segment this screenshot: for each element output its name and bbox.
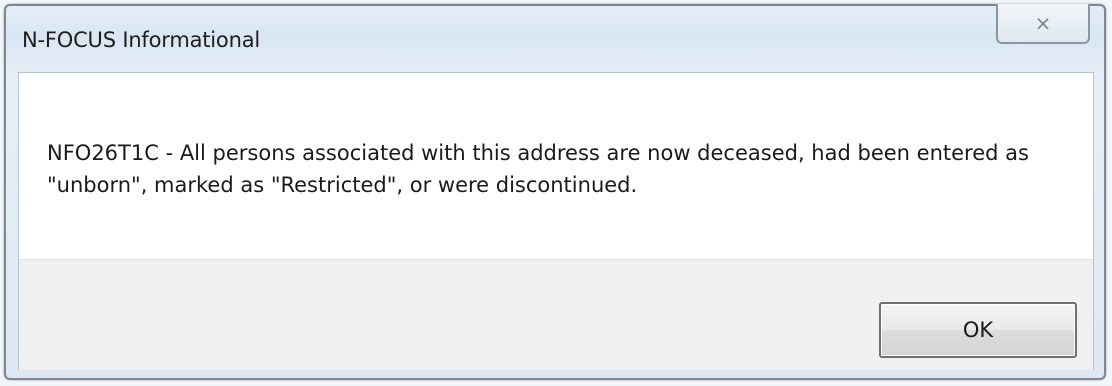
message-area: NFO26T1C - All persons associated with t…: [19, 73, 1093, 259]
window-title: N-FOCUS Informational: [22, 28, 260, 52]
close-icon: ⨯: [1034, 11, 1052, 35]
title-bar: N-FOCUS Informational ⨯: [6, 4, 1104, 66]
message-text: NFO26T1C - All persons associated with t…: [47, 141, 1029, 197]
close-button[interactable]: ⨯: [996, 4, 1090, 44]
button-footer: OK: [19, 259, 1093, 370]
message-dialog-window: N-FOCUS Informational ⨯ NFO26T1C - All p…: [4, 4, 1106, 380]
ok-button[interactable]: OK: [879, 302, 1077, 358]
dialog-body: NFO26T1C - All persons associated with t…: [18, 72, 1094, 370]
